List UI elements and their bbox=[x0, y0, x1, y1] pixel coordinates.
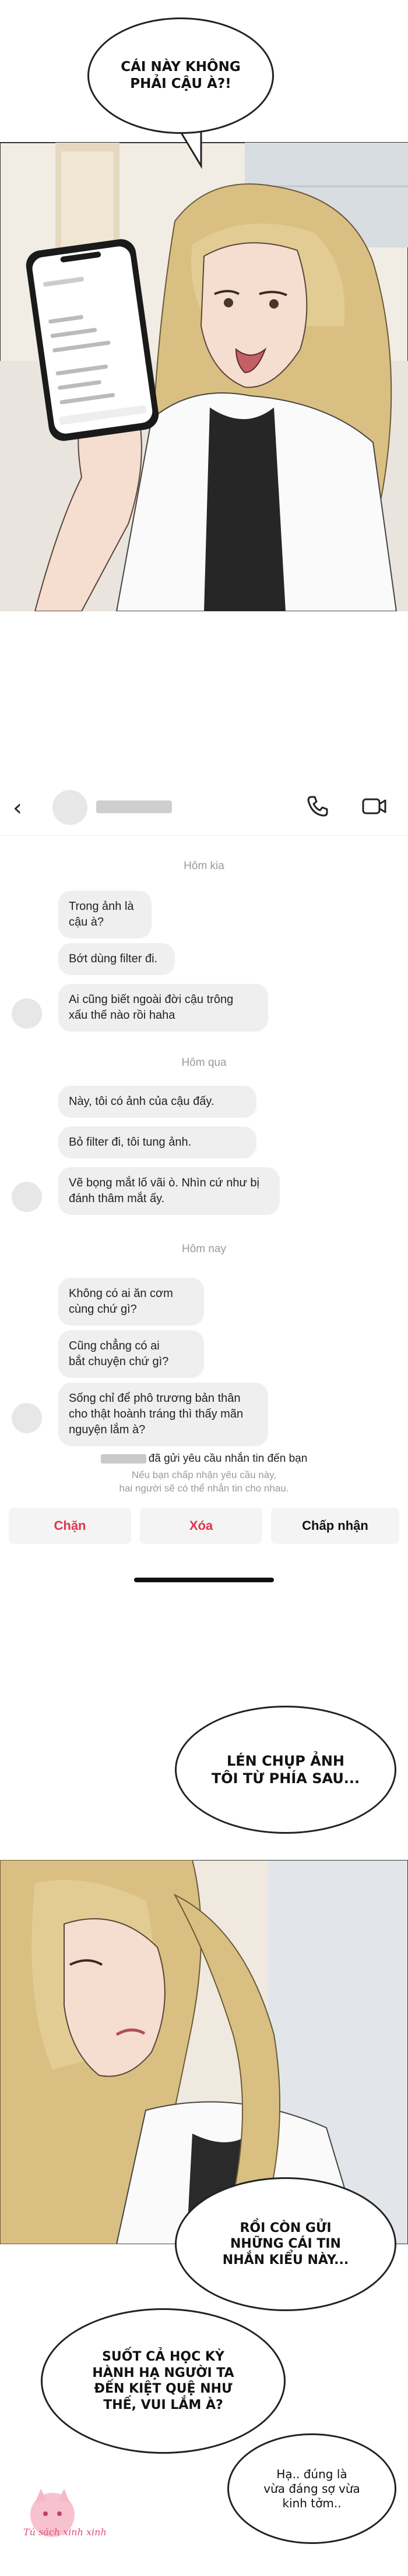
blurred-username bbox=[100, 1454, 146, 1464]
speech-bubble: SUỐT CẢ HỌC KỲ HÀNH HẠ NGƯỜI TA ĐẾN KIỆT… bbox=[41, 2308, 286, 2454]
date-separator: Hôm qua bbox=[181, 1057, 227, 1069]
panel-3 bbox=[0, 1860, 408, 2244]
sender-avatar bbox=[12, 998, 42, 1029]
phone-call-icon[interactable] bbox=[306, 795, 329, 818]
speech-text: CÁI NÀY KHÔNG PHẢI CẬU À?! bbox=[121, 59, 241, 91]
block-label: Chặn bbox=[54, 1518, 86, 1533]
message-bubble[interactable]: Không có ai ăn cơm cùng chứ gì? bbox=[58, 1278, 204, 1326]
accept-label: Chấp nhận bbox=[302, 1518, 368, 1533]
delete-button[interactable]: Xóa bbox=[140, 1508, 262, 1544]
message-bubble[interactable]: Bớt dùng filter đi. bbox=[58, 943, 175, 975]
message-request-notice: đã gửi yêu cầu nhắn tin đến bạn Nếu bạn … bbox=[0, 1452, 408, 1496]
speech-bubble: Hạ.. đúng là vừa đáng sợ vừa kinh tởm.. bbox=[227, 2433, 396, 2544]
request-title: đã gửi yêu cầu nhắn tin đến bạn bbox=[0, 1452, 408, 1465]
block-button[interactable]: Chặn bbox=[9, 1508, 131, 1544]
watermark-credit: Tú sách xinh xinh bbox=[23, 2527, 107, 2538]
blurred-username[interactable] bbox=[96, 800, 172, 813]
avatar[interactable] bbox=[52, 790, 87, 825]
request-title-text: đã gửi yêu cầu nhắn tin đến bạn bbox=[148, 1452, 308, 1465]
speech-text: Hạ.. đúng là vừa đáng sợ vừa kinh tởm.. bbox=[263, 2467, 360, 2510]
speech-text: RỒI CÒN GỬI NHỮNG CÁI TIN NHẮN KIỂU NÀY.… bbox=[222, 2220, 349, 2267]
speech-bubble: CÁI NÀY KHÔNG PHẢI CẬU À?! bbox=[87, 17, 274, 134]
message-bubble[interactable]: Cũng chẳng có ai bắt chuyện chứ gì? bbox=[58, 1330, 204, 1378]
message-bubble[interactable]: Bỏ filter đi, tôi tung ảnh. bbox=[58, 1126, 256, 1158]
panel-3-artwork bbox=[0, 1860, 408, 2244]
speech-text: SUỐT CẢ HỌC KỲ HÀNH HẠ NGƯỜI TA ĐẾN KIỆT… bbox=[92, 2350, 234, 2412]
date-separator: Hôm kia bbox=[184, 860, 224, 872]
message-bubble[interactable]: Này, tôi có ảnh của cậu đấy. bbox=[58, 1086, 256, 1118]
sender-avatar bbox=[12, 1403, 42, 1433]
message-bubble[interactable]: Sống chỉ để phô trương bản thân cho thật… bbox=[58, 1383, 268, 1446]
panel-1: CÁI NÀY KHÔNG PHẢI CẬU À?! bbox=[0, 0, 408, 611]
accept-button[interactable]: Chấp nhận bbox=[271, 1508, 399, 1544]
request-subtitle: Nếu bạn chấp nhận yêu cầu này, hai người… bbox=[119, 1469, 289, 1494]
watermark-logo bbox=[30, 2489, 75, 2537]
speech-bubble: LÉN CHỤP ẢNH TÔI TỪ PHÍA SAU... bbox=[175, 1706, 396, 1834]
home-indicator bbox=[134, 1578, 274, 1582]
speech-text: LÉN CHỤP ẢNH TÔI TỪ PHÍA SAU... bbox=[211, 1753, 360, 1787]
sender-avatar bbox=[12, 1182, 42, 1212]
video-call-icon[interactable] bbox=[361, 796, 387, 817]
message-request-screen: ‹ Hôm kia Trong ảnh là cậu à? Bớt dùng f… bbox=[0, 777, 408, 1592]
chat-header: ‹ bbox=[0, 777, 408, 836]
message-bubble[interactable]: Ai cũng biết ngoài đời cậu trông xấu thế… bbox=[58, 984, 268, 1032]
message-bubble[interactable]: Trong ảnh là cậu à? bbox=[58, 891, 152, 938]
delete-label: Xóa bbox=[189, 1518, 213, 1533]
speech-bubble: RỒI CÒN GỬI NHỮNG CÁI TIN NHẮN KIỂU NÀY.… bbox=[175, 2177, 396, 2311]
message-bubble[interactable]: Vẽ bọng mắt lố vãi ò. Nhìn cứ như bị đán… bbox=[58, 1167, 280, 1215]
date-separator: Hôm nay bbox=[181, 1243, 227, 1255]
back-arrow-icon[interactable]: ‹ bbox=[13, 795, 22, 821]
